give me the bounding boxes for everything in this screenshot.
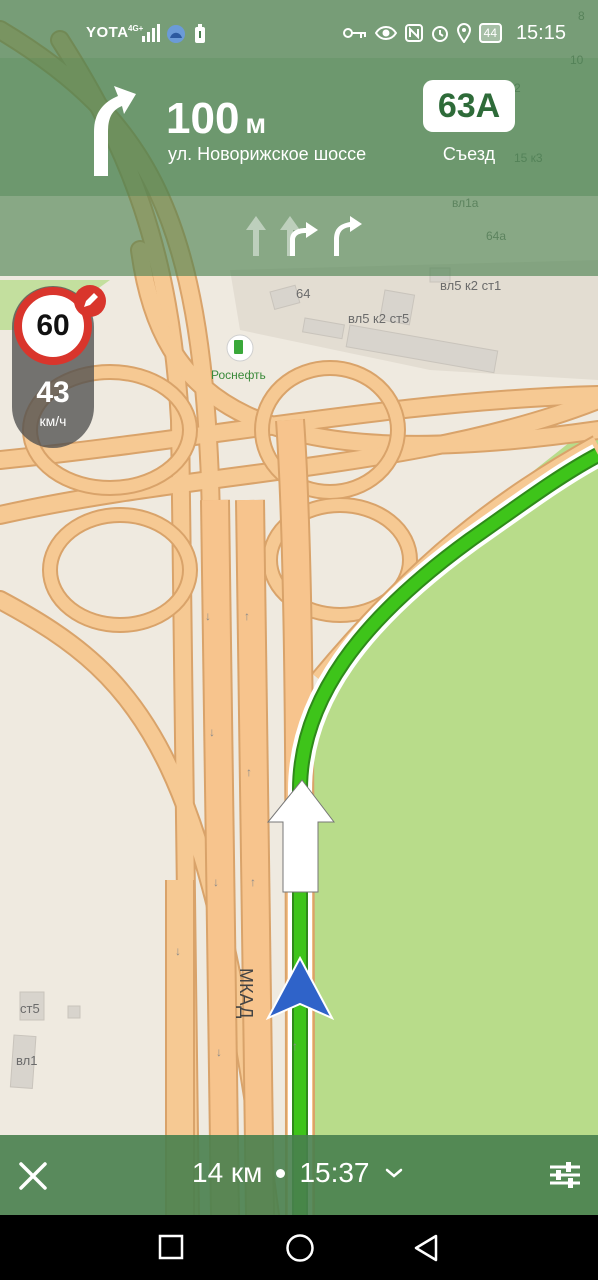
building-label: вл5 к2 ст5 bbox=[348, 311, 409, 326]
svg-text:↓: ↓ bbox=[175, 944, 181, 958]
edit-pencil-icon[interactable] bbox=[74, 285, 106, 317]
status-icons: 44 bbox=[342, 20, 502, 46]
svg-text:↓: ↓ bbox=[213, 875, 219, 889]
svg-text:↓: ↓ bbox=[205, 609, 211, 623]
key-icon bbox=[342, 28, 366, 38]
battery-saver-icon bbox=[195, 24, 205, 43]
lane-guidance bbox=[0, 196, 598, 276]
status-bar: YOTA 4G+ 44 15:15 bbox=[0, 0, 598, 58]
home-icon[interactable] bbox=[285, 1233, 315, 1263]
location-icon bbox=[456, 23, 471, 43]
building-label: вл1 bbox=[16, 1053, 37, 1068]
alarm-icon bbox=[431, 26, 448, 42]
nfc-icon bbox=[404, 24, 423, 42]
battery-icon: 44 bbox=[478, 23, 502, 43]
exit-label: Съезд bbox=[442, 144, 496, 164]
fuel-station-icon bbox=[234, 340, 243, 354]
building-label: 64 bbox=[296, 286, 310, 301]
poi-label: Роснефть bbox=[211, 368, 266, 382]
signal-icon: 4G+ bbox=[128, 24, 160, 42]
arrival-time: 15:37 bbox=[299, 1157, 370, 1188]
svg-text:↑: ↑ bbox=[244, 609, 250, 623]
road-label-mkad: МКАД bbox=[236, 968, 256, 1018]
cloud-icon bbox=[167, 25, 185, 43]
clock: 15:15 bbox=[515, 22, 566, 44]
close-icon[interactable] bbox=[18, 1161, 48, 1191]
svg-text:↓: ↓ bbox=[209, 725, 215, 739]
settings-sliders-icon[interactable] bbox=[548, 1159, 582, 1191]
maneuver-banner[interactable]: 100 м ул. Новорижское шоссе 63А Съезд bbox=[0, 58, 598, 196]
current-speed: 43 bbox=[36, 376, 70, 409]
svg-text:4G+: 4G+ bbox=[128, 24, 144, 33]
trip-bar: 14 км 15:37 bbox=[0, 1135, 598, 1215]
exit-number-badge: 63А bbox=[423, 80, 515, 132]
maneuver-street: ул. Новорижское шоссе bbox=[168, 144, 367, 164]
straight-right-lane-icon bbox=[290, 222, 318, 256]
speed-widget[interactable]: 60 43 км/ч bbox=[12, 285, 106, 448]
eye-icon bbox=[374, 26, 397, 40]
maneuver-distance: 100 м bbox=[166, 94, 267, 143]
straight-lane-icon bbox=[246, 216, 266, 256]
building-label: вл5 к2 ст1 bbox=[440, 278, 501, 293]
remaining-distance: 14 км bbox=[192, 1157, 263, 1188]
building-label: ст5 bbox=[20, 1001, 40, 1016]
separator-dot bbox=[276, 1168, 286, 1178]
recents-icon[interactable] bbox=[158, 1234, 184, 1260]
turn-right-icon bbox=[94, 86, 136, 176]
carrier-label: YOTA bbox=[86, 24, 129, 41]
right-lane-icon bbox=[334, 216, 362, 256]
trip-summary[interactable]: 14 км 15:37 bbox=[192, 1157, 404, 1189]
svg-text:↓: ↓ bbox=[216, 1045, 222, 1059]
svg-text:↑: ↑ bbox=[292, 1039, 298, 1053]
svg-text:↑: ↑ bbox=[250, 875, 256, 889]
speed-unit: км/ч bbox=[39, 413, 67, 429]
back-icon[interactable] bbox=[412, 1233, 440, 1263]
svg-text:↑: ↑ bbox=[246, 765, 252, 779]
system-navigation-bar bbox=[0, 1215, 598, 1280]
chevron-down-icon[interactable] bbox=[384, 1166, 404, 1180]
